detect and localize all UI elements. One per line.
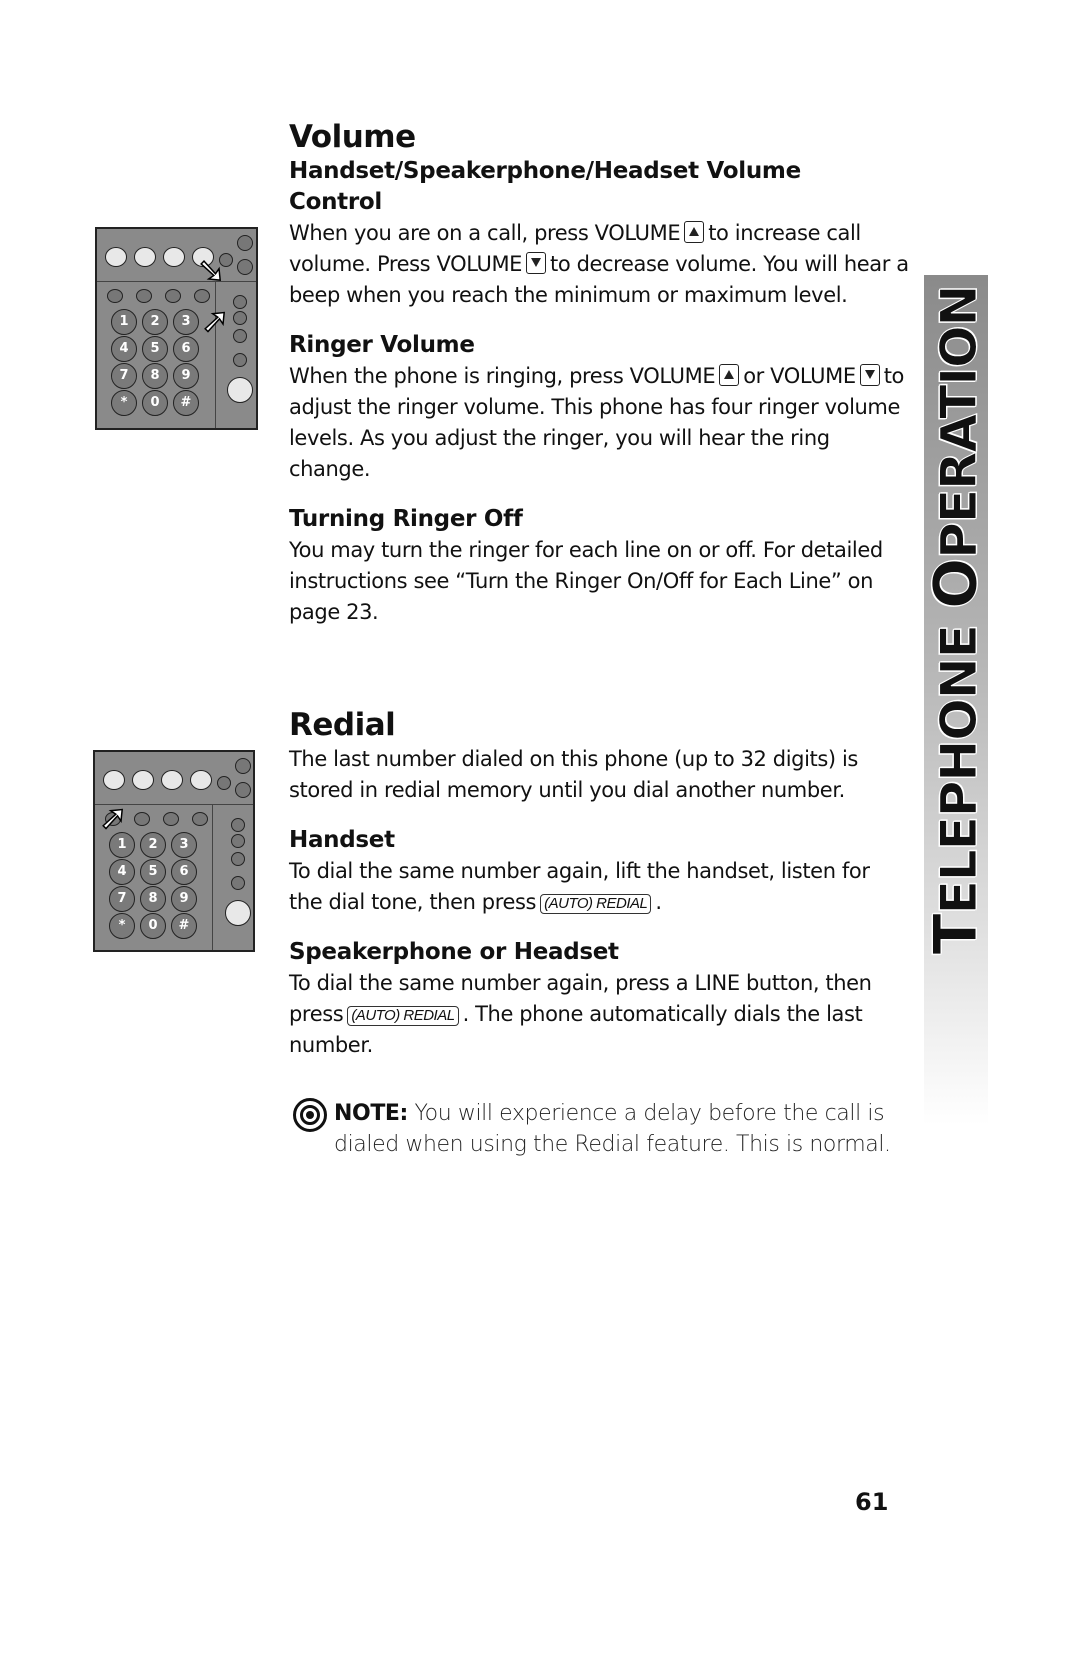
handset-volume-text: When you are on a call, press VOLUME to i… bbox=[289, 221, 909, 307]
page-number: 61 bbox=[855, 1488, 889, 1516]
volume-down-key-icon bbox=[526, 252, 547, 274]
side-button bbox=[231, 834, 245, 848]
keypad-key: 2 bbox=[140, 832, 166, 858]
keypad-key: 9 bbox=[173, 363, 199, 389]
keypad-key: 3 bbox=[173, 309, 199, 335]
speaker-button bbox=[225, 900, 251, 926]
function-button bbox=[165, 289, 181, 303]
volume-down-key-icon bbox=[859, 364, 880, 386]
line-button bbox=[103, 770, 125, 790]
line-button bbox=[163, 247, 185, 267]
speakerphone-headset-text: To dial the same number again, press a L… bbox=[289, 971, 872, 1057]
auto-redial-button-label: (AUTO) REDIAL bbox=[347, 1006, 459, 1026]
intercom-button bbox=[237, 259, 253, 275]
line-button bbox=[161, 770, 183, 790]
keypad-key: 6 bbox=[171, 859, 197, 885]
keypad-key: * bbox=[111, 390, 137, 416]
section-tab-label: TELEPHONE OPERATION bbox=[921, 285, 992, 955]
keypad-key: 7 bbox=[111, 363, 137, 389]
function-button bbox=[136, 289, 152, 303]
keypad-key: 8 bbox=[142, 363, 168, 389]
arrow-icon: ➚ bbox=[200, 300, 230, 342]
handset-volume-heading: Handset/Speakerphone/Headset Volume Cont… bbox=[289, 158, 801, 215]
keypad-key: 7 bbox=[109, 886, 135, 912]
keypad-key: 0 bbox=[140, 913, 166, 939]
side-button bbox=[233, 311, 247, 325]
side-button bbox=[231, 876, 245, 890]
keypad-key: 0 bbox=[142, 390, 168, 416]
side-button bbox=[233, 329, 247, 343]
side-button bbox=[231, 852, 245, 866]
note: NOTE: You will experience a delay before… bbox=[334, 1101, 891, 1157]
keypad-key: 5 bbox=[142, 336, 168, 362]
intercom-button bbox=[235, 782, 251, 798]
line-button bbox=[132, 770, 154, 790]
target-icon bbox=[293, 1098, 327, 1132]
arrow-icon: ➘ bbox=[196, 250, 226, 292]
side-button bbox=[233, 295, 247, 309]
speakerphone-headset-heading: Speakerphone or Headset bbox=[289, 939, 619, 965]
keypad-key: 5 bbox=[140, 859, 166, 885]
turning-ringer-off-text: You may turn the ringer for each line on… bbox=[289, 538, 883, 624]
keypad-key: 8 bbox=[140, 886, 166, 912]
keypad-key: # bbox=[173, 390, 199, 416]
function-button bbox=[163, 812, 179, 826]
side-button bbox=[233, 353, 247, 367]
keypad-key: 9 bbox=[171, 886, 197, 912]
speaker-button bbox=[227, 377, 253, 403]
keypad-key: 1 bbox=[111, 309, 137, 335]
line-button bbox=[190, 770, 212, 790]
hold-button bbox=[237, 235, 253, 251]
volume-up-key-icon bbox=[719, 364, 740, 386]
ringer-volume-text: When the phone is ringing, press VOLUME o… bbox=[289, 364, 905, 481]
keypad-key: * bbox=[109, 913, 135, 939]
auto-redial-button-label: (AUTO) REDIAL bbox=[540, 894, 652, 914]
keypad-key: 3 bbox=[171, 832, 197, 858]
hold-button bbox=[235, 758, 251, 774]
function-button bbox=[192, 812, 208, 826]
phone-illustration-redial: 1 2 3 4 5 6 7 8 9 * 0 # ➚ bbox=[93, 750, 255, 952]
keypad-key: # bbox=[171, 913, 197, 939]
line-button bbox=[134, 247, 156, 267]
side-button bbox=[231, 818, 245, 832]
function-button bbox=[107, 289, 123, 303]
keypad-key: 4 bbox=[111, 336, 137, 362]
redial-title: Redial bbox=[289, 707, 396, 743]
redial-handset-heading: Handset bbox=[289, 827, 395, 853]
volume-title: Volume bbox=[289, 119, 416, 155]
line-button bbox=[105, 247, 127, 267]
arrow-icon: ➚ bbox=[98, 797, 128, 839]
keypad-key: 4 bbox=[109, 859, 135, 885]
phone-illustration-volume: 1 2 3 4 5 6 7 8 9 * 0 # ➘ ➚ bbox=[95, 227, 258, 430]
volume-up-key-icon bbox=[684, 221, 705, 243]
function-button bbox=[134, 812, 150, 826]
conf-button bbox=[217, 776, 231, 790]
keypad-key: 2 bbox=[142, 309, 168, 335]
ringer-volume-heading: Ringer Volume bbox=[289, 332, 475, 358]
keypad-key: 6 bbox=[173, 336, 199, 362]
turning-ringer-off-heading: Turning Ringer Off bbox=[289, 506, 523, 532]
redial-section: Redial The last number dialed on this ph… bbox=[289, 706, 909, 1061]
redial-handset-text: To dial the same number again, lift the … bbox=[289, 859, 870, 914]
redial-intro: The last number dialed on this phone (up… bbox=[289, 747, 858, 802]
volume-section: Volume Handset/Speakerphone/Headset Volu… bbox=[289, 118, 909, 628]
